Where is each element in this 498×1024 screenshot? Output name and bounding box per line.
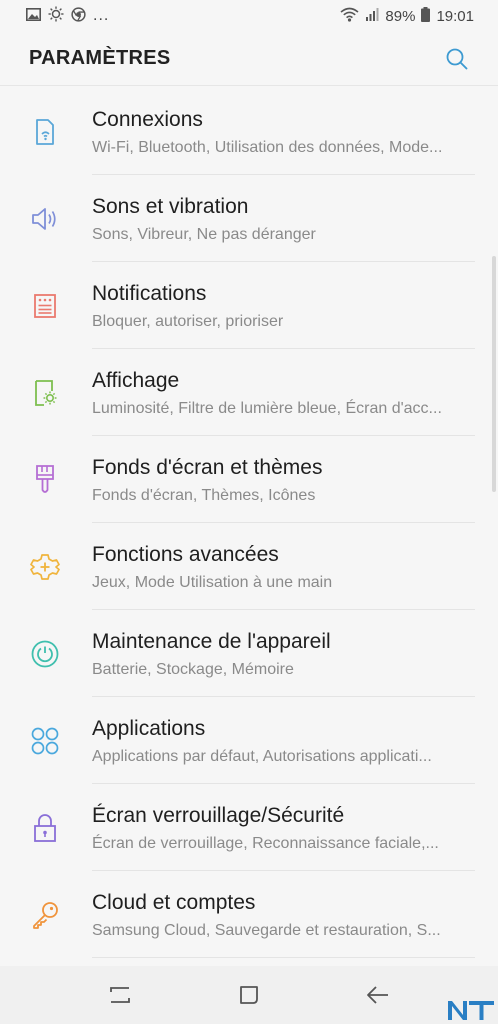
paintbrush-icon [29, 464, 61, 496]
battery-icon [421, 6, 431, 26]
scrollbar[interactable] [492, 256, 496, 492]
status-bar: ... 89% 19:01 [0, 0, 498, 32]
settings-item-subtitle: Wi-Fi, Bluetooth, Utilisation des donnée… [92, 139, 443, 156]
settings-item-affichage[interactable]: Affichage Luminosité, Filtre de lumière … [0, 349, 498, 436]
lock-icon [29, 812, 61, 844]
settings-item-subtitle: Bloquer, autoriser, prioriser [92, 313, 284, 330]
settings-item-title: Maintenance de l'appareil [92, 630, 331, 653]
phone-wifi-icon [29, 116, 61, 148]
settings-item-fonds[interactable]: Fonds d'écran et thèmes Fonds d'écran, T… [0, 436, 498, 523]
settings-item-subtitle: Écran de verrouillage, Reconnaissance fa… [92, 835, 439, 852]
status-time: 19:01 [436, 7, 474, 25]
settings-item-subtitle: Luminosité, Filtre de lumière bleue, Écr… [92, 400, 442, 417]
settings-item-notifications[interactable]: Notifications Bloquer, autoriser, priori… [0, 262, 498, 349]
watermark-logo [446, 998, 496, 1022]
back-button[interactable] [358, 975, 398, 1015]
home-button[interactable] [229, 975, 269, 1015]
device-care-icon [29, 638, 61, 670]
settings-item-title: Applications [92, 717, 206, 740]
notification-panel-icon [29, 290, 61, 322]
settings-item-title: Écran verrouillage/Sécurité [92, 804, 345, 827]
recents-icon [110, 987, 131, 1003]
settings-item-title: Fonds d'écran et thèmes [92, 456, 323, 479]
wifi-icon [340, 7, 359, 26]
recents-button[interactable] [100, 975, 140, 1015]
settings-item-subtitle: Sons, Vibreur, Ne pas déranger [92, 226, 316, 243]
settings-item-subtitle: Samsung Cloud, Sauvegarde et restauratio… [92, 922, 441, 939]
image-icon [26, 7, 41, 25]
back-icon [366, 986, 388, 1004]
search-button[interactable] [443, 45, 471, 73]
settings-item-subtitle: Batterie, Stockage, Mémoire [92, 661, 294, 678]
display-brightness-icon [29, 377, 61, 409]
settings-item-subtitle: Fonds d'écran, Thèmes, Icônes [92, 487, 316, 504]
settings-item-sons[interactable]: Sons et vibration Sons, Vibreur, Ne pas … [0, 175, 498, 262]
page-title: PARAMÈTRES [29, 47, 171, 69]
settings-item-title: Notifications [92, 282, 207, 305]
settings-item-fonctions[interactable]: Fonctions avancées Jeux, Mode Utilisatio… [0, 523, 498, 610]
settings-item-title: Affichage [92, 369, 180, 392]
status-right: 89% 19:01 [340, 6, 474, 26]
gear-plus-icon [29, 551, 61, 583]
settings-item-title: Sons et vibration [92, 195, 249, 218]
speaker-icon [29, 203, 61, 235]
app-header: PARAMÈTRES [0, 32, 498, 86]
settings-item-ecran-verrouillage[interactable]: Écran verrouillage/Sécurité Écran de ver… [0, 784, 498, 871]
settings-list: Connexions Wi-Fi, Bluetooth, Utilisation… [0, 88, 498, 958]
chrome-icon [71, 6, 86, 26]
settings-item-cloud[interactable]: Cloud et comptes Samsung Cloud, Sauvegar… [0, 871, 498, 958]
status-overflow: ... [93, 7, 110, 24]
settings-item-maintenance[interactable]: Maintenance de l'appareil Batterie, Stoc… [0, 610, 498, 697]
settings-item-title: Connexions [92, 108, 203, 131]
settings-item-subtitle: Jeux, Mode Utilisation à une main [92, 574, 333, 591]
sun-icon [48, 6, 64, 26]
signal-icon [365, 7, 379, 25]
settings-item-title: Fonctions avancées [92, 543, 279, 566]
settings-item-title: Cloud et comptes [92, 891, 256, 914]
apps-grid-icon [29, 725, 61, 757]
key-icon [29, 899, 61, 931]
settings-item-connexions[interactable]: Connexions Wi-Fi, Bluetooth, Utilisation… [0, 88, 498, 175]
battery-percent: 89% [385, 7, 416, 25]
navigation-bar [0, 966, 498, 1024]
settings-item-applications[interactable]: Applications Applications par défaut, Au… [0, 697, 498, 784]
settings-item-subtitle: Applications par défaut, Autorisations a… [92, 748, 432, 765]
home-icon [240, 986, 258, 1004]
search-icon [446, 48, 468, 69]
status-left: ... [26, 6, 109, 26]
